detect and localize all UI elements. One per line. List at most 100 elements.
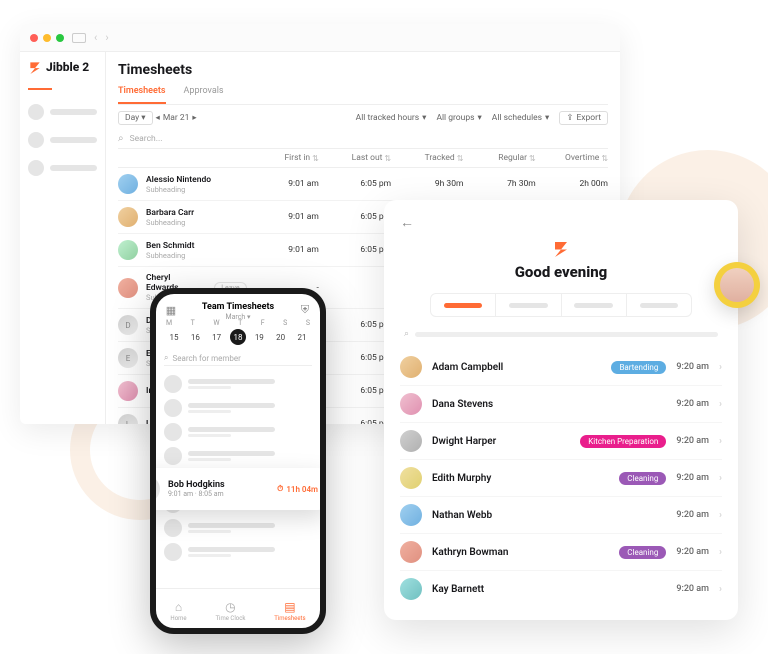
- list-item[interactable]: [164, 420, 312, 444]
- list-item[interactable]: Nathan Webb9:20 am›: [400, 497, 722, 534]
- prev-day-icon[interactable]: ◂: [156, 113, 160, 123]
- filter-groups[interactable]: All groups ▾: [436, 113, 481, 123]
- chevron-right-icon: ›: [719, 399, 722, 410]
- cell: 7h 30m: [463, 179, 535, 189]
- nav-timesheets[interactable]: ▤Timesheets: [274, 600, 305, 622]
- chevron-right-icon: ›: [719, 473, 722, 484]
- timesheet-icon: ▤: [284, 600, 295, 614]
- avatar: [118, 240, 138, 260]
- traffic-lights[interactable]: [30, 34, 64, 42]
- list-item[interactable]: [164, 444, 312, 468]
- list-item[interactable]: Dwight HarperKitchen Preparation9:20 am›: [400, 423, 722, 460]
- minimize-icon[interactable]: [43, 34, 51, 42]
- period-select[interactable]: Day ▾: [118, 111, 153, 125]
- shield-icon[interactable]: ⛨: [298, 303, 312, 317]
- weekday-row: MTWTFSS: [156, 319, 320, 327]
- back-icon[interactable]: ‹: [94, 31, 97, 44]
- brand-logo[interactable]: Jibble 2: [28, 60, 97, 74]
- list-item[interactable]: Kay Barnett9:20 am›: [400, 571, 722, 606]
- list-item[interactable]: [164, 396, 312, 420]
- logo-icon: [400, 239, 722, 261]
- member-name: Dana Stevens: [432, 399, 666, 410]
- segment[interactable]: [562, 294, 627, 316]
- tab-timesheets[interactable]: Timesheets: [118, 86, 166, 104]
- sidebar-item[interactable]: [28, 160, 97, 176]
- sidebar-item[interactable]: [28, 132, 97, 148]
- mobile-search[interactable]: ⌕ Search for member: [164, 351, 312, 366]
- segment[interactable]: [496, 294, 561, 316]
- page-title: Timesheets: [118, 62, 608, 78]
- member-name: Kathryn Bowman: [432, 547, 609, 558]
- list-item[interactable]: [164, 372, 312, 396]
- avatar: E: [118, 348, 138, 368]
- segment[interactable]: [627, 294, 691, 316]
- list-item[interactable]: Adam CampbellBartending9:20 am›: [400, 349, 722, 386]
- calendar-day[interactable]: 21: [294, 329, 310, 345]
- filter-hours[interactable]: All tracked hours ▾: [356, 113, 427, 123]
- avatar: [118, 381, 138, 401]
- col-tracked[interactable]: Tracked⇅: [391, 153, 463, 163]
- list-item[interactable]: Edith MurphyCleaning9:20 am›: [400, 460, 722, 497]
- segment[interactable]: [431, 294, 496, 316]
- brand-name: Jibble 2: [46, 60, 89, 74]
- export-button[interactable]: ⇪Export: [559, 111, 608, 125]
- list-item[interactable]: Kathryn BowmanCleaning9:20 am›: [400, 534, 722, 571]
- avatar: [118, 174, 138, 194]
- col-regular[interactable]: Regular⇅: [463, 153, 535, 163]
- clock-icon: ◷: [225, 600, 235, 614]
- list-item[interactable]: Dana Stevens9:20 am›: [400, 386, 722, 423]
- table-row[interactable]: Alessio NintendoSubheading9:01 am6:05 pm…: [118, 168, 608, 201]
- date-label[interactable]: Mar 21: [163, 113, 190, 123]
- close-icon[interactable]: [30, 34, 38, 42]
- list-item[interactable]: [164, 540, 312, 564]
- next-day-icon[interactable]: ▸: [192, 113, 196, 123]
- avatar: [400, 393, 422, 415]
- member-name: Bob Hodgkins: [168, 480, 269, 490]
- col-overtime[interactable]: Overtime⇅: [536, 153, 608, 163]
- back-icon[interactable]: ←: [400, 214, 414, 231]
- sidebar-toggle-icon[interactable]: [72, 33, 86, 43]
- member-name: Adam Campbell: [432, 362, 601, 373]
- col-first-in[interactable]: First in⇅: [247, 153, 319, 163]
- chevron-right-icon: ›: [719, 547, 722, 558]
- maximize-icon[interactable]: [56, 34, 64, 42]
- nav-home[interactable]: ⌂Home: [170, 600, 186, 622]
- cell: 6:05 pm: [319, 179, 391, 189]
- duration-badge: ⏱11h 04m: [277, 484, 318, 494]
- cell: 6:05 pm: [319, 245, 391, 255]
- calendar-day[interactable]: 18: [230, 329, 246, 345]
- member-name: Ben Schmidt: [146, 241, 194, 251]
- export-icon: ⇪: [566, 113, 573, 123]
- calendar-icon[interactable]: ▦: [164, 303, 178, 317]
- window-titlebar: ‹ ›: [20, 24, 620, 52]
- cell: 9:01 am: [247, 212, 319, 222]
- tablet-panel: ← Good evening ⌕ Adam CampbellBartending…: [384, 200, 738, 620]
- mobile-nav: ⌂Home ◷Time Clock ▤Timesheets: [156, 588, 320, 628]
- nav-timeclock[interactable]: ◷Time Clock: [215, 600, 245, 622]
- toolbar: Day ▾ ◂ Mar 21 ▸ All tracked hours ▾ All…: [118, 111, 608, 125]
- col-last-out[interactable]: Last out⇅: [319, 153, 391, 163]
- calendar-day[interactable]: 17: [209, 329, 225, 345]
- tab-approvals[interactable]: Approvals: [184, 86, 224, 104]
- tablet-search[interactable]: ⌕: [404, 329, 718, 339]
- avatar: [400, 504, 422, 526]
- segment-control[interactable]: [430, 293, 692, 317]
- weekday-label: S: [283, 319, 287, 327]
- forward-icon[interactable]: ›: [105, 31, 108, 44]
- sidebar-item[interactable]: [28, 104, 97, 120]
- member-card[interactable]: Bob Hodgkins 9:01 am · 8:05 am ⏱11h 04m: [150, 468, 326, 510]
- floating-avatar[interactable]: [714, 262, 760, 308]
- tablet-list: Adam CampbellBartending9:20 am›Dana Stev…: [400, 349, 722, 606]
- list-item[interactable]: [164, 516, 312, 540]
- search-placeholder: Search...: [130, 134, 163, 144]
- member-subtitle: Subheading: [146, 185, 211, 194]
- calendar-day[interactable]: 16: [187, 329, 203, 345]
- search-row[interactable]: ⌕ Search...: [118, 129, 608, 149]
- filter-schedules[interactable]: All schedules ▾: [492, 113, 550, 123]
- calendar-day[interactable]: 20: [273, 329, 289, 345]
- avatar: [400, 578, 422, 600]
- activity-tag: Cleaning: [619, 472, 666, 485]
- calendar-day[interactable]: 19: [251, 329, 267, 345]
- avatar: [400, 356, 422, 378]
- calendar-day[interactable]: 15: [166, 329, 182, 345]
